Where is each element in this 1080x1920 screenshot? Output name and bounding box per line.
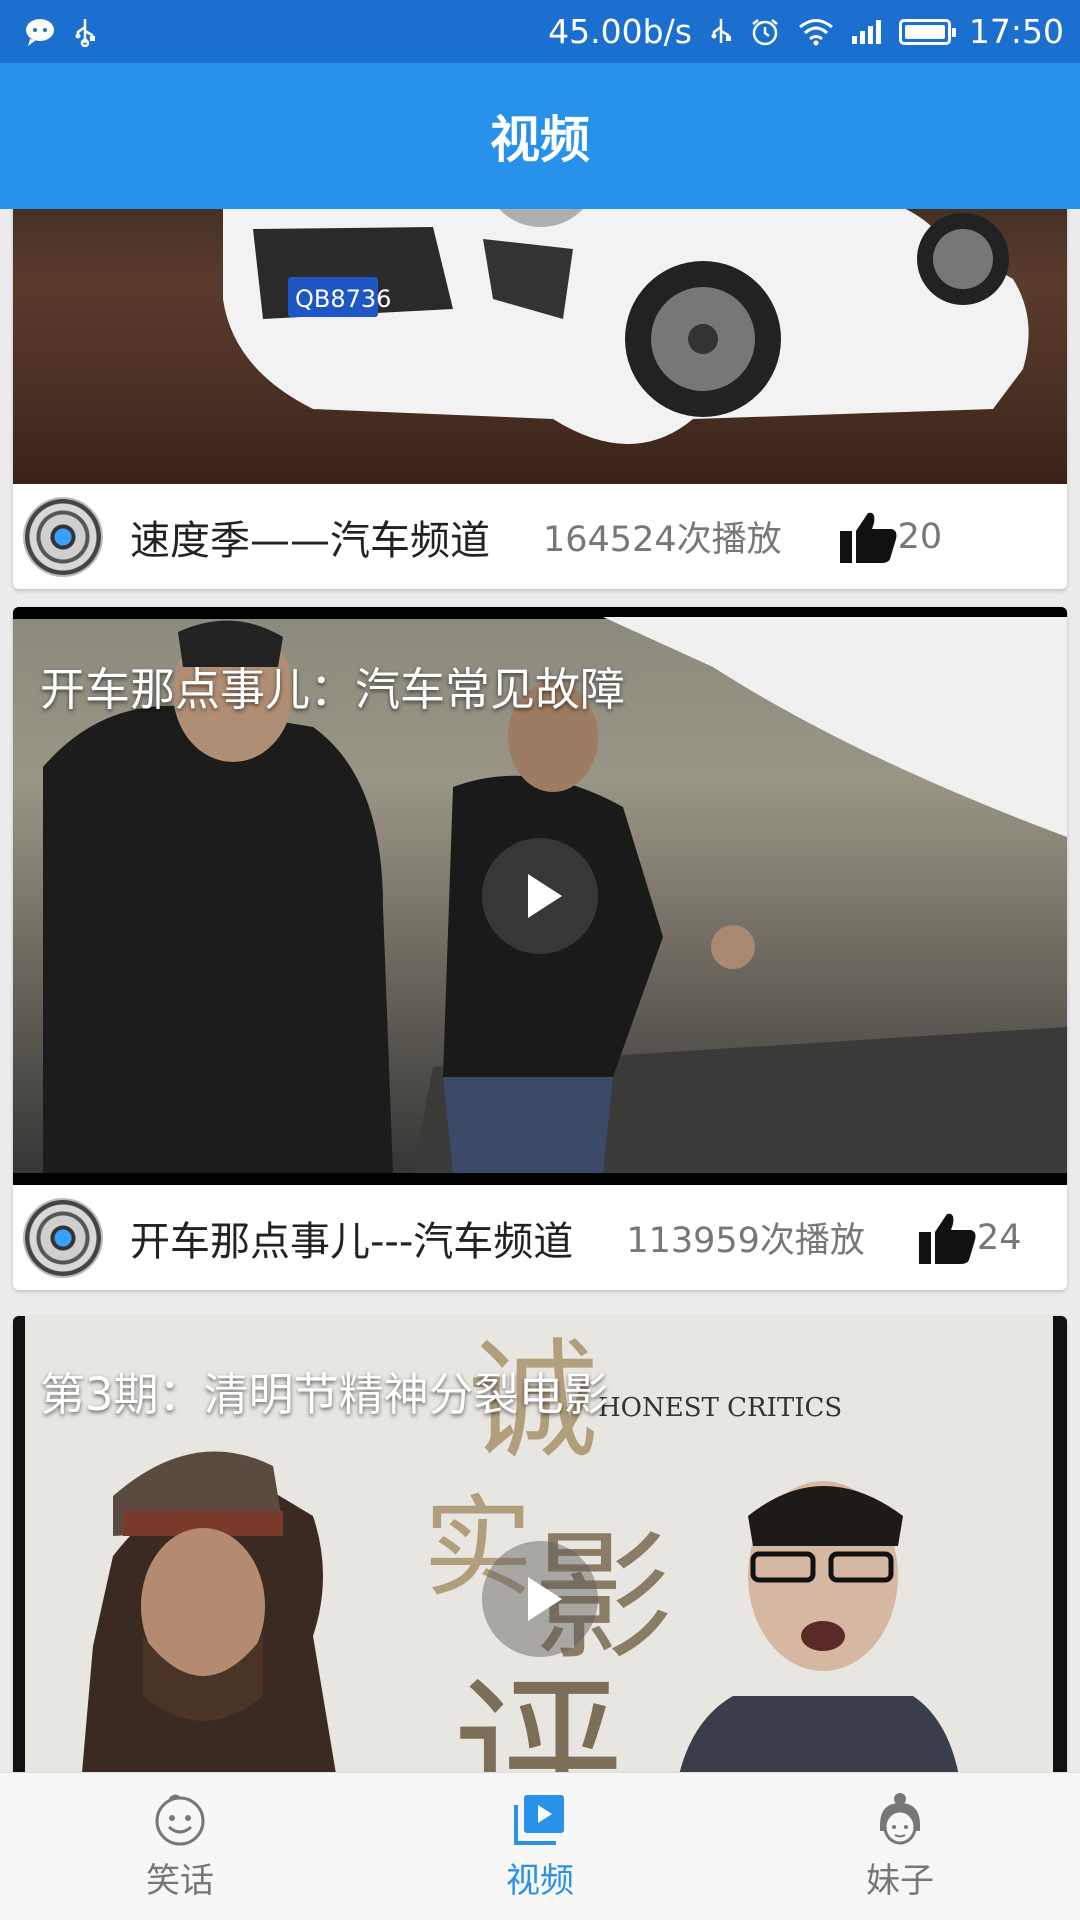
play-count: 113959次播放 [626,1221,865,1261]
play-count: 164524次播放 [543,520,782,560]
status-bar: 45.00b/s 17:50 [0,0,1080,63]
network-speed: 45.00b/s [548,12,692,51]
battery-icon [898,18,956,45]
thumbnail-watermark: HONEST CRITICS [598,1393,842,1423]
channel-avatar[interactable] [25,498,101,575]
video-play-icon [514,1795,564,1845]
thumbnail-image: QB8736 [13,209,1067,484]
tab-label: 妹子 [866,1861,934,1901]
alarm-icon [752,18,778,45]
girl-face-icon [880,1793,920,1845]
video-thumbnail[interactable]: QB8736 [13,209,1067,484]
status-right: 45.00b/s 17:50 [548,12,1064,51]
video-feed[interactable]: QB8736 速度季——汽车频道 164524次播放 20 开车那点事儿：汽车常… [0,209,1080,1772]
svg-text:QB8736: QB8736 [295,285,391,313]
video-thumbnail[interactable]: HONEST CRITICS 诚 实 影 评 第3期：清明节精神分裂电影 [13,1316,1067,1772]
video-card[interactable]: QB8736 速度季——汽车频道 164524次播放 20 [13,209,1067,589]
wifi-icon [798,18,833,45]
usb-icon [75,18,95,47]
chat-bubble-icon [26,18,54,46]
video-title: 开车那点事儿：汽车常见故障 [40,663,626,716]
usb-icon [711,18,731,43]
video-title: 第3期：清明节精神分裂电影 [40,1368,609,1421]
tab-label: 笑话 [146,1861,214,1901]
like-count: 20 [897,516,943,557]
channel-name[interactable]: 开车那点事儿---汽车频道 [130,1209,573,1267]
clock: 17:50 [968,12,1064,51]
svg-text:评: 评 [453,1659,623,1772]
page-title: 视频 [490,111,590,169]
smiley-face-icon [155,1794,205,1846]
tab-girls[interactable]: 妹子 [720,1773,1080,1920]
tab-video[interactable]: 视频 [360,1773,720,1920]
channel-name[interactable]: 速度季——汽车频道 [130,508,490,566]
video-thumbnail[interactable]: 开车那点事儿：汽车常见故障 [13,607,1067,1185]
channel-avatar[interactable] [25,1199,101,1276]
video-card[interactable]: 开车那点事儿：汽车常见故障 开车那点事儿---汽车频道 113959次播放 24 [13,607,1067,1290]
like-count: 24 [976,1217,1022,1258]
tab-label: 视频 [506,1861,574,1901]
video-info-row: 速度季——汽车频道 164524次播放 20 [13,484,1067,589]
signal-icon [851,19,881,44]
bottom-nav: 笑话 视频 妹子 [0,1772,1080,1920]
car-illustration: QB8736 [223,209,1029,444]
like-button[interactable]: 20 [838,509,943,565]
status-left [24,17,96,47]
tab-jokes[interactable]: 笑话 [0,1773,360,1920]
like-button[interactable]: 24 [917,1210,1022,1266]
play-button[interactable] [482,1541,598,1657]
thumbs-up-icon [918,1213,976,1264]
thumbs-up-icon [839,512,897,563]
app-header: 视频 [0,63,1080,209]
play-button[interactable] [482,838,598,954]
video-info-row: 开车那点事儿---汽车频道 113959次播放 24 [13,1185,1067,1290]
video-card[interactable]: HONEST CRITICS 诚 实 影 评 第3期：清明节精神分裂电影 [13,1316,1067,1772]
